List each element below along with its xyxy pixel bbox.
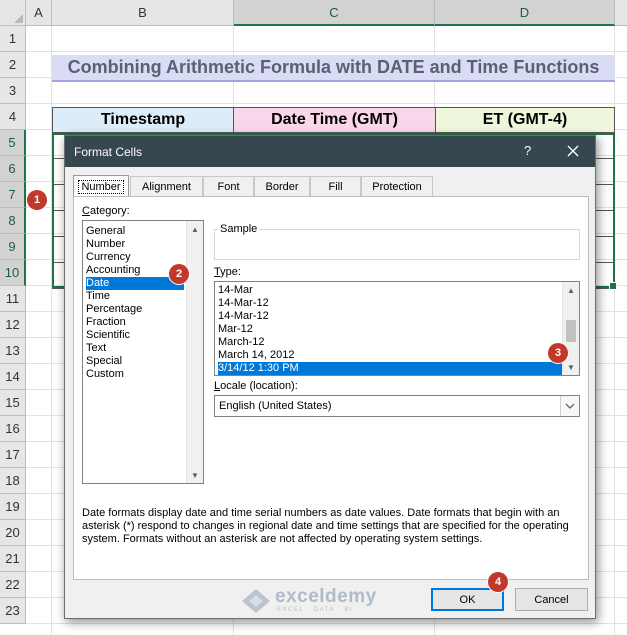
locale-label: Locale (location): [214,380,298,392]
category-list[interactable]: General Number Currency Accounting Date … [82,220,204,484]
scroll-up-icon[interactable]: ▲ [563,282,579,298]
step-badge-3: 3 [548,343,568,363]
column-header-c[interactable]: C [234,0,435,26]
type-list[interactable]: 14-Mar 14-Mar-12 14-Mar-12 Mar-12 March-… [214,281,580,376]
sample-label: Sample [218,223,260,235]
ok-button[interactable]: OK [431,588,504,611]
type-item[interactable]: Mar-12 [218,323,563,336]
row-header-4[interactable]: 4 [0,104,26,130]
category-percentage[interactable]: Percentage [86,303,184,316]
row-header-20[interactable]: 20 [0,520,26,546]
scroll-thumb[interactable] [566,320,576,342]
row-header-17[interactable]: 17 [0,442,26,468]
type-item[interactable]: 14-Mar-12 [218,310,563,323]
locale-dropdown[interactable]: English (United States) [214,395,580,417]
category-currency[interactable]: Currency [86,251,184,264]
category-fraction[interactable]: Fraction [86,316,184,329]
row-header-1[interactable]: 1 [0,26,26,52]
category-number[interactable]: Number [86,238,184,251]
tab-border[interactable]: Border [254,176,310,196]
column-header-e[interactable] [615,0,627,26]
watermark-subtitle: EXCEL · DATA · BI [277,607,354,613]
row-header-18[interactable]: 18 [0,468,26,494]
header-et: ET (GMT-4) [435,107,615,133]
row-header-8[interactable]: 8 [0,208,26,234]
type-label: Type: [214,266,241,278]
header-timestamp: Timestamp [52,107,234,133]
row-header-2[interactable]: 2 [0,52,26,78]
category-label: Category: [82,205,130,217]
row-header-7[interactable]: 7 [0,182,26,208]
step-badge-4: 4 [488,572,508,592]
row-header-12[interactable]: 12 [0,312,26,338]
category-text[interactable]: Text [86,342,184,355]
category-time[interactable]: Time [86,290,184,303]
type-item[interactable]: 14-Mar-12 [218,297,563,310]
format-description: Date formats display date and time seria… [82,507,569,545]
number-tab-panel: Category: General Number Currency Accoun… [73,196,589,580]
column-header-b[interactable]: B [52,0,234,26]
tab-alignment[interactable]: Alignment [130,176,203,196]
type-item[interactable]: March 14, 2012 [218,349,563,362]
category-date[interactable]: Date [86,277,184,290]
dialog-title: Format Cells [74,145,143,159]
column-header-d[interactable]: D [435,0,615,26]
step-badge-1: 1 [27,190,47,210]
watermark-name: exceldemy [275,586,377,607]
row-header-6[interactable]: 6 [0,156,26,182]
type-item[interactable]: 14-Mar [218,284,563,297]
help-button[interactable]: ? [524,143,531,158]
exceldemy-logo: exceldemy EXCEL · DATA · BI [241,586,391,616]
scroll-down-icon[interactable]: ▼ [187,467,203,483]
row-header-5[interactable]: 5 [0,130,26,156]
sample-box [214,229,580,260]
row-header-23[interactable]: 23 [0,598,26,624]
row-header-22[interactable]: 22 [0,572,26,598]
row-header-10[interactable]: 10 [0,260,26,286]
row-header-9[interactable]: 9 [0,234,26,260]
select-all-corner[interactable] [0,0,26,26]
sheet-title: Combining Arithmetic Formula with DATE a… [52,55,615,82]
category-scrollbar[interactable]: ▲ ▼ [186,221,203,483]
row-header-13[interactable]: 13 [0,338,26,364]
type-item[interactable]: March-12 [218,336,563,349]
tab-number[interactable]: Number [73,175,129,197]
row-header-19[interactable]: 19 [0,494,26,520]
format-cells-dialog: Format Cells ? Number Alignment Font Bor… [64,135,596,619]
row-header-21[interactable]: 21 [0,546,26,572]
header-date-time-gmt: Date Time (GMT) [233,107,436,133]
locale-value: English (United States) [219,400,332,412]
category-general[interactable]: General [86,225,184,238]
category-custom[interactable]: Custom [86,368,184,381]
chevron-down-icon[interactable] [560,396,579,416]
row-header-15[interactable]: 15 [0,390,26,416]
close-icon[interactable] [561,140,585,162]
tab-bar: Number Alignment Font Border Fill Protec… [73,175,589,197]
scroll-down-icon[interactable]: ▼ [563,359,579,375]
type-scrollbar[interactable]: ▲ ▼ [562,282,579,375]
tab-protection[interactable]: Protection [361,176,433,196]
category-scientific[interactable]: Scientific [86,329,184,342]
row-header-14[interactable]: 14 [0,364,26,390]
dialog-titlebar[interactable]: Format Cells ? [65,136,595,167]
step-badge-2: 2 [169,264,189,284]
column-header-a[interactable]: A [26,0,52,26]
tab-fill[interactable]: Fill [310,176,361,196]
scroll-up-icon[interactable]: ▲ [187,221,203,237]
tab-font[interactable]: Font [203,176,254,196]
row-header-11[interactable]: 11 [0,286,26,312]
row-header-3[interactable]: 3 [0,78,26,104]
category-special[interactable]: Special [86,355,184,368]
type-item-selected[interactable]: 3/14/12 1:30 PM [218,362,563,375]
exceldemy-logo-icon [242,589,270,613]
row-header-16[interactable]: 16 [0,416,26,442]
cancel-button[interactable]: Cancel [515,588,588,611]
